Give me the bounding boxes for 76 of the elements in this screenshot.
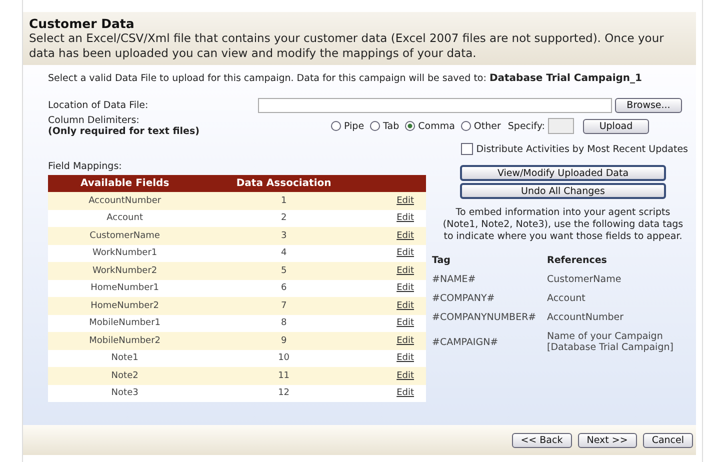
edit-link[interactable]: Edit	[396, 300, 414, 311]
table-cell: 6	[202, 280, 366, 297]
table-cell: AccountNumber	[48, 192, 202, 210]
edit-link[interactable]: Edit	[396, 230, 414, 241]
table-cell: WorkNumber1	[48, 244, 202, 262]
edit-link[interactable]: Edit	[396, 283, 414, 294]
table-cell: #COMPANY#	[432, 289, 547, 308]
column-header: References	[547, 254, 608, 268]
table-cell: #COMPANYNUMBER#	[432, 308, 547, 327]
table-cell: MobileNumber1	[48, 314, 202, 332]
footer-button[interactable]: << Back	[512, 432, 572, 448]
table-cell: HomeNumber1	[48, 280, 202, 297]
table-cell: 1	[202, 192, 366, 210]
edit-link[interactable]: Edit	[396, 213, 414, 224]
checkbox[interactable]	[461, 143, 474, 155]
specify-field[interactable]	[548, 118, 574, 134]
edit-link[interactable]: Edit	[396, 353, 414, 364]
field-label: Specify:	[508, 120, 545, 132]
radio-button[interactable]	[405, 121, 416, 131]
table-cell: 4	[202, 244, 366, 262]
field-note: (Only required for text files)	[48, 126, 200, 137]
footer-button[interactable]: Next >>	[578, 432, 637, 448]
upload-button[interactable]: Upload	[582, 118, 649, 134]
table-cell: 5	[202, 262, 366, 280]
column-header: Data Association	[202, 175, 366, 192]
radio-label: Pipe	[344, 120, 364, 132]
table-cell: CustomerName	[48, 227, 202, 244]
checkbox-label: Distribute Activities by Most Recent Updates	[476, 144, 688, 154]
radio-label: Tab	[383, 120, 400, 132]
table-cell: Account	[48, 210, 202, 227]
table-cell: HomeNumber2	[48, 297, 202, 314]
table-cell-text: AccountNumber	[547, 311, 625, 325]
column-header: Tag	[432, 254, 452, 268]
edit-link[interactable]: Edit	[396, 248, 414, 258]
field-label: Location of Data File:	[48, 100, 150, 111]
table-cell-text: #CAMPAIGN#	[432, 336, 500, 350]
action-button[interactable]: Undo All Changes	[460, 183, 666, 199]
table-cell: 12	[202, 384, 366, 402]
radio-button[interactable]	[460, 121, 471, 131]
field-label: Column Delimiters:	[48, 115, 140, 126]
column-header: Available Fields	[48, 175, 202, 192]
table-cell: 3	[202, 227, 366, 244]
table-cell: 11	[202, 367, 366, 384]
embed-instructions: To embed information into your agent scripts (Note1, Note2, Note3), use the following data tags to indicate where you want those fields to appear.	[442, 207, 684, 243]
table-cell: 8	[202, 314, 366, 332]
browse-button[interactable]: Browse...	[615, 98, 682, 113]
table-cell-text: Account	[547, 292, 586, 306]
section-description: Select an Excel/CSV/Xml file that contains your customer data (Excel 2007 files are not supported). Once your data has been uploaded you can view and modify the mappings of your data.	[29, 31, 665, 61]
table-cell: WorkNumber2	[48, 262, 202, 280]
table-cell: 10	[202, 350, 366, 367]
radio-button[interactable]	[331, 121, 341, 131]
section-label: Field Mappings:	[48, 161, 123, 172]
edit-link[interactable]: Edit	[396, 336, 414, 346]
action-button[interactable]: View/Modify Uploaded Data	[460, 165, 666, 181]
table-cell: 9	[202, 332, 366, 350]
table-cell: Note2	[48, 367, 202, 384]
table-cell-text: CustomerName	[547, 273, 622, 287]
radio-label: Other	[474, 120, 501, 132]
radio-label: Comma	[418, 120, 455, 132]
file-path-field[interactable]	[258, 98, 612, 113]
table-cell: 2	[202, 210, 366, 227]
edit-link[interactable]: Edit	[396, 196, 414, 206]
table-cell-text: Name of your Campaign [Database Trial Campaign]	[547, 330, 674, 355]
table-cell: Note1	[48, 350, 202, 367]
table-cell: 7	[202, 297, 366, 314]
table-cell-text: #NAME#	[432, 273, 477, 287]
intro-text: Select a valid Data File to upload for this campaign. Data for this campaign will be saved to: Database Trial Campaign_1	[48, 73, 643, 84]
footer-button[interactable]: Cancel	[642, 432, 693, 448]
table-cell: Note3	[48, 384, 202, 402]
edit-link[interactable]: Edit	[396, 370, 414, 381]
edit-link[interactable]: Edit	[396, 318, 414, 328]
edit-link[interactable]: Edit	[396, 266, 414, 276]
section-title: Customer Data	[29, 16, 136, 31]
edit-link[interactable]: Edit	[396, 388, 414, 398]
table-cell: MobileNumber2	[48, 332, 202, 350]
radio-button[interactable]	[370, 121, 380, 131]
